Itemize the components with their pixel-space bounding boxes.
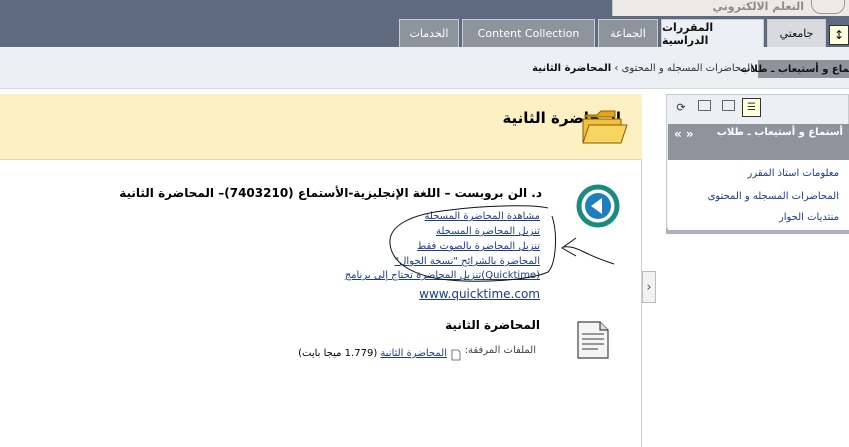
item-title-lecture: د. الن بروبست – اللغة الإنجليزية-الأستما…	[119, 186, 542, 200]
banner-text: التعلم الالكتروني	[712, 0, 804, 13]
tab-services[interactable]: الخدمات	[399, 19, 459, 47]
attachment-name[interactable]: المحاضرة الثانية	[380, 348, 447, 359]
list-view-icon[interactable]: ☰	[742, 98, 761, 117]
folder-view-icon[interactable]	[722, 100, 735, 111]
refresh-icon[interactable]: ⟳	[674, 100, 688, 114]
hand-drawn-annotation	[389, 205, 615, 282]
tab-community[interactable]: الجماعة	[598, 19, 658, 47]
page-header	[0, 94, 642, 160]
tab-my-institution[interactable]: جامعتي	[767, 19, 826, 47]
attachments-label: الملفات المرفقة:	[464, 345, 536, 356]
elearning-banner: التعلم الالكتروني	[612, 0, 849, 16]
breadcrumb-separator: ›	[614, 63, 619, 74]
window-icon[interactable]	[698, 100, 711, 111]
breadcrumb: المحاضرات المسجله و المحتوى › المحاضرة ا…	[460, 63, 753, 74]
course-name-tab[interactable]: أستماع و أستيعاب ـ طلاب	[740, 60, 849, 78]
course-menu-title: أستماع و أستيعاب ـ طلاب	[716, 127, 843, 138]
breadcrumb-parent[interactable]: المحاضرات المسجله و المحتوى	[622, 63, 753, 74]
sidebar-item-instructor-info[interactable]: معلومات استاذ المقرر	[747, 168, 839, 179]
folder-icon	[582, 110, 628, 144]
banner-logo	[811, 0, 845, 14]
sidebar-item-recorded-lectures[interactable]: المحاضرات المسجله و المحتوى	[708, 191, 839, 202]
tab-content-collection[interactable]: Content Collection	[462, 19, 595, 47]
expand-toggle-icon[interactable]: ↕	[829, 25, 849, 45]
link-quicktime-site[interactable]: www.quicktime.com	[419, 287, 540, 301]
expand-arrows-icon[interactable]: « »	[674, 127, 694, 141]
collapse-sidebar-button[interactable]: ›	[642, 271, 656, 303]
breadcrumb-current: المحاضرة الثانية	[532, 63, 612, 74]
attachment-size: (1.779 ميجا بايت)	[298, 348, 378, 359]
attachment-link[interactable]: المحاضرة الثانية (1.779 ميجا بايت)	[298, 348, 447, 359]
file-icon	[451, 349, 461, 361]
tab-courses[interactable]: المقررات الدراسية	[661, 19, 764, 47]
item-title-lecture-2: المحاضرة الثانية	[445, 318, 540, 332]
course-menu-header[interactable]: أستماع و أستيعاب ـ طلاب « »	[668, 124, 849, 160]
sidebar-item-discussion-boards[interactable]: منتديات الحوار	[779, 212, 839, 223]
document-icon	[577, 321, 609, 359]
